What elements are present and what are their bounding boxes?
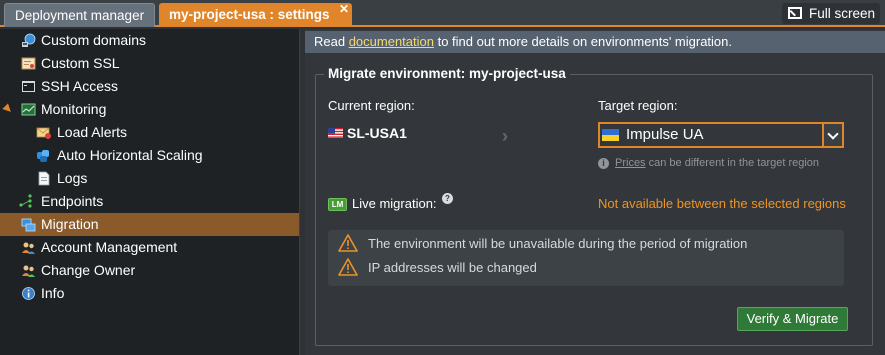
- chevron-down-icon[interactable]: [822, 122, 844, 148]
- warning-icon: [338, 258, 358, 276]
- sidebar-item-logs[interactable]: Logs: [0, 167, 299, 190]
- sidebar-item-label: Info: [41, 285, 65, 301]
- fullscreen-icon: [788, 7, 802, 19]
- sidebar-item-endpoints[interactable]: Endpoints: [0, 190, 299, 213]
- sidebar-item-label: Account Management: [41, 239, 178, 255]
- monitoring-icon: [21, 103, 36, 116]
- sidebar-item-label: Custom domains: [41, 32, 147, 48]
- globe-network-icon: [22, 33, 36, 47]
- close-icon[interactable]: ✕: [339, 2, 349, 16]
- main-panel: Read documentation to find out more deta…: [305, 29, 885, 355]
- sidebar: Custom domains Custom SSL SSH Access Mon…: [0, 29, 300, 355]
- sidebar-item-custom-domains[interactable]: Custom domains: [0, 29, 299, 52]
- sidebar-item-custom-ssl[interactable]: Custom SSL: [0, 52, 299, 75]
- warning-icon: [338, 234, 358, 252]
- warning-text: The environment will be unavailable duri…: [368, 236, 748, 251]
- sidebar-item-migration[interactable]: Migration: [0, 213, 299, 236]
- migration-icon: [21, 218, 36, 232]
- sidebar-item-change-owner[interactable]: Change Owner: [0, 259, 299, 282]
- fullscreen-button[interactable]: Full screen: [782, 3, 880, 24]
- sidebar-item-ssh-access[interactable]: SSH Access: [0, 75, 299, 98]
- sidebar-item-label: Logs: [57, 170, 88, 186]
- certificate-icon: [21, 57, 36, 70]
- info-bar-text-before: Read: [314, 34, 349, 49]
- sidebar-item-info[interactable]: Info: [0, 282, 299, 305]
- prices-link[interactable]: Prices: [615, 157, 646, 169]
- fullscreen-label: Full screen: [809, 6, 876, 21]
- scaling-icon: [37, 150, 49, 162]
- help-icon[interactable]: ?: [442, 193, 453, 204]
- sidebar-item-monitoring[interactable]: Monitoring: [0, 98, 299, 121]
- target-region-select[interactable]: Impulse UA: [598, 122, 844, 148]
- lm-badge: LM: [328, 198, 347, 211]
- prices-note-text: Prices can be different in the target re…: [615, 157, 819, 169]
- prices-note-rest: can be different in the target region: [645, 157, 820, 169]
- change-owner-icon: [22, 265, 35, 277]
- info-icon: i: [598, 158, 609, 169]
- tab-deployment-manager[interactable]: Deployment manager: [4, 3, 155, 27]
- info-bar-text-after: to find out more details on environments…: [433, 34, 733, 49]
- live-migration-label: Live migration:: [352, 196, 437, 211]
- sidebar-item-load-alerts[interactable]: Load Alerts: [0, 121, 299, 144]
- migrate-environment-fieldset: Migrate environment: my-project-usa Curr…: [315, 66, 873, 346]
- live-migration-status: Not available between the selected regio…: [598, 196, 846, 211]
- document-icon: [38, 171, 50, 186]
- sidebar-item-label: Change Owner: [41, 262, 136, 278]
- users-icon: [22, 242, 35, 254]
- ua-flag-icon: [602, 129, 619, 141]
- info-bar: Read documentation to find out more deta…: [305, 31, 885, 53]
- sidebar-item-label: Endpoints: [41, 193, 104, 209]
- app-window: Deployment manager my-project-usa : sett…: [0, 0, 885, 355]
- warning-text: IP addresses will be changed: [368, 260, 537, 275]
- fieldset-legend: Migrate environment: my-project-usa: [324, 66, 570, 81]
- sidebar-item-label: Monitoring: [41, 101, 107, 117]
- sidebar-item-label: Auto Horizontal Scaling: [57, 147, 203, 163]
- target-region-label: Target region:: [598, 98, 678, 113]
- tab-settings-label: my-project-usa : settings: [169, 7, 330, 22]
- tab-settings[interactable]: my-project-usa : settings ✕: [159, 2, 352, 27]
- tab-bar: Deployment manager my-project-usa : sett…: [0, 0, 885, 27]
- sidebar-item-label: SSH Access: [41, 78, 119, 94]
- verify-migrate-button[interactable]: Verify & Migrate: [737, 307, 848, 331]
- documentation-link[interactable]: documentation: [349, 34, 434, 49]
- sidebar-item-label: Migration: [41, 216, 99, 232]
- endpoints-icon: [19, 194, 32, 208]
- warnings-box: The environment will be unavailable duri…: [328, 230, 844, 286]
- target-region-text: Impulse UA: [626, 126, 704, 143]
- chevron-down-icon[interactable]: [2, 103, 14, 115]
- current-region-text: SL-USA1: [347, 125, 407, 141]
- sidebar-item-label: Custom SSL: [41, 55, 120, 71]
- mail-alert-icon: [36, 127, 51, 139]
- info-icon: [22, 287, 35, 300]
- terminal-icon: [22, 81, 35, 92]
- sidebar-item-label: Load Alerts: [57, 124, 128, 140]
- sidebar-item-auto-horizontal-scaling[interactable]: Auto Horizontal Scaling: [0, 144, 299, 167]
- current-region-label: Current region:: [328, 98, 415, 113]
- sidebar-item-account-management[interactable]: Account Management: [0, 236, 299, 259]
- us-flag-icon: [328, 128, 343, 138]
